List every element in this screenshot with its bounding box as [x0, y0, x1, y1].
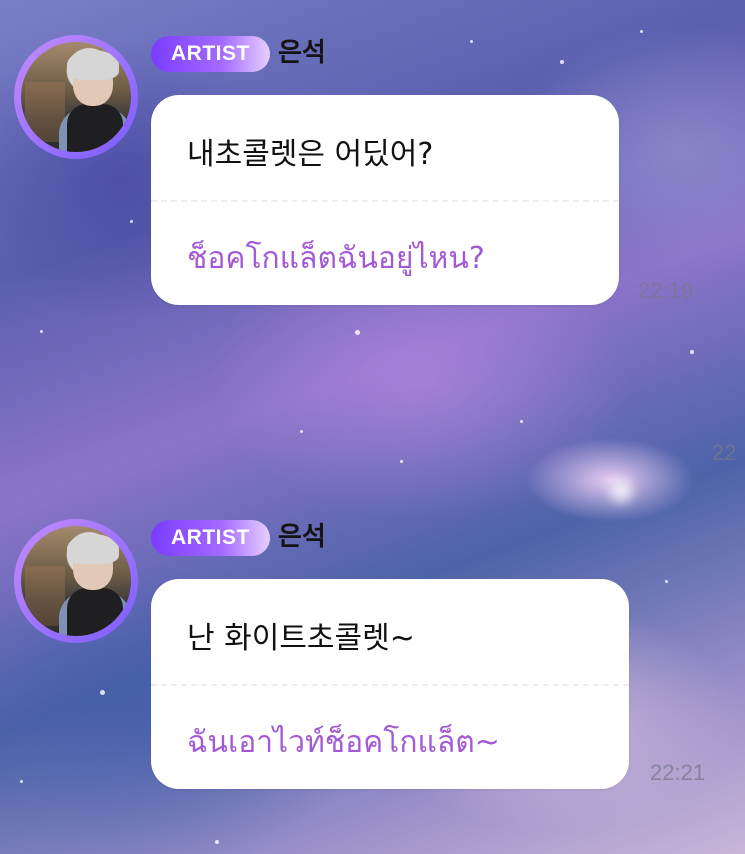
avatar-photo [21, 42, 131, 152]
avatar[interactable] [14, 35, 138, 159]
translation-divider [151, 684, 629, 686]
message-timestamp: 22:19 [638, 278, 694, 303]
message-timestamp: 22:21 [650, 760, 706, 785]
avatar-photo [21, 526, 131, 636]
message-bubble[interactable]: 내초콜렛은 어딨어? ช็อคโกแล็ตฉันอยู่ไหน? [151, 95, 619, 305]
sender-name: 은석 [278, 522, 326, 552]
message-original-text: 내초콜렛은 어딨어? [187, 137, 434, 172]
message-translation-text: ฉันเอาไวท์ช็อคโกแล็ต~ [187, 725, 500, 760]
artist-badge: ARTIST [151, 36, 270, 72]
sender-name: 은석 [278, 38, 326, 68]
avatar[interactable] [14, 519, 138, 643]
translation-divider [151, 200, 619, 202]
partial-timestamp: 22 [712, 440, 737, 465]
artist-badge: ARTIST [151, 520, 270, 556]
message-bubble[interactable]: 난 화이트초콜렛~ ฉันเอาไวท์ช็อคโกแล็ต~ [151, 579, 629, 789]
message-translation-text: ช็อคโกแล็ตฉันอยู่ไหน? [187, 241, 485, 276]
message-original-text: 난 화이트초콜렛~ [187, 621, 415, 656]
